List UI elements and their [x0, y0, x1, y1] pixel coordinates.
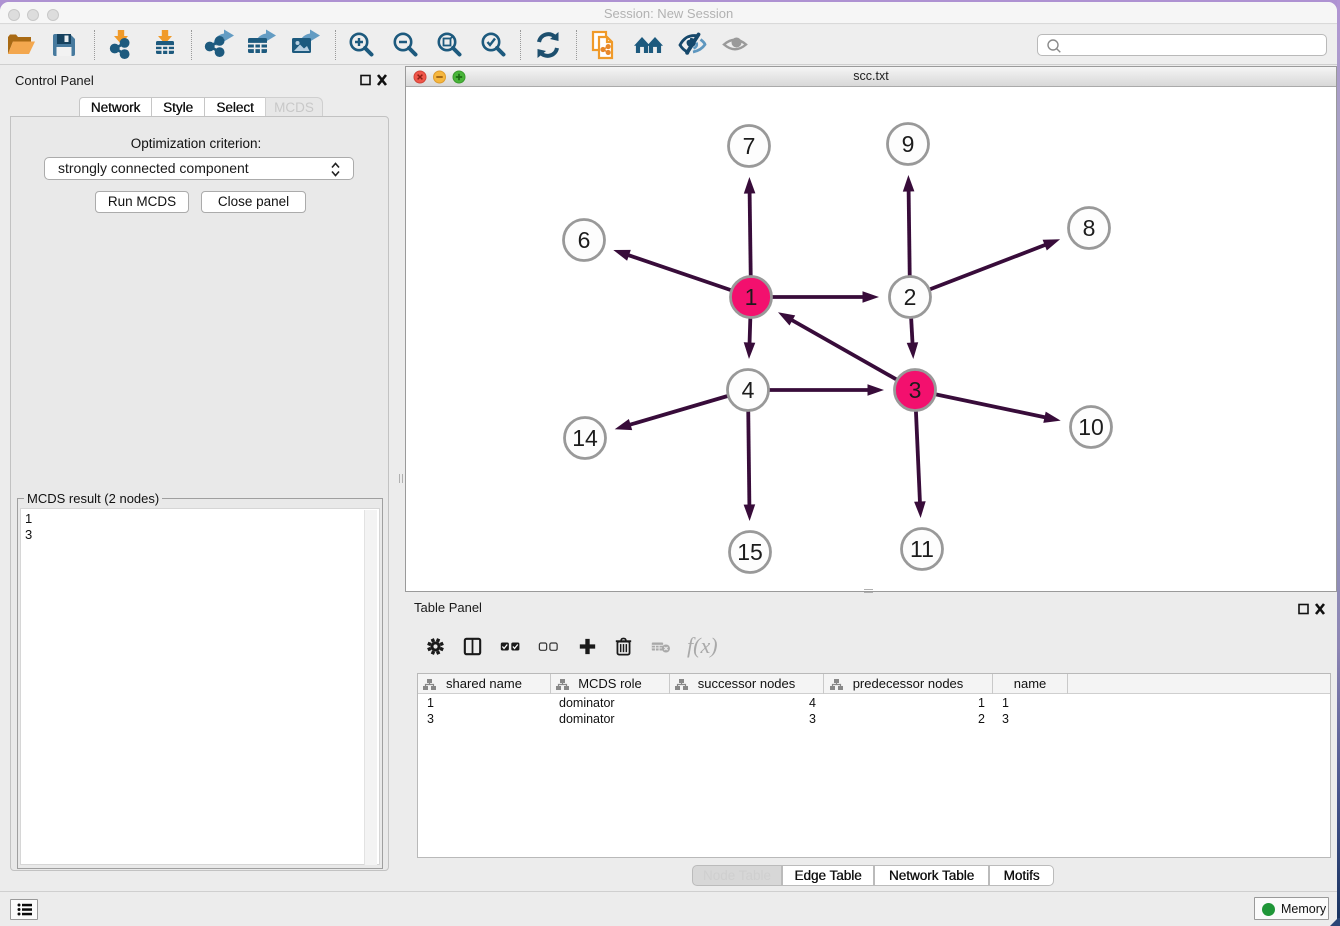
svg-text:8: 8	[1083, 215, 1096, 241]
svg-text:6: 6	[578, 227, 591, 253]
svg-text:9: 9	[902, 131, 915, 157]
svg-text:10: 10	[1078, 414, 1104, 440]
svg-text:15: 15	[737, 539, 763, 565]
svg-text:11: 11	[910, 536, 934, 562]
svg-text:7: 7	[743, 133, 756, 159]
svg-text:1: 1	[745, 284, 758, 310]
svg-text:14: 14	[572, 425, 598, 451]
svg-text:2: 2	[904, 284, 917, 310]
svg-text:4: 4	[742, 377, 755, 403]
svg-text:3: 3	[909, 377, 922, 403]
